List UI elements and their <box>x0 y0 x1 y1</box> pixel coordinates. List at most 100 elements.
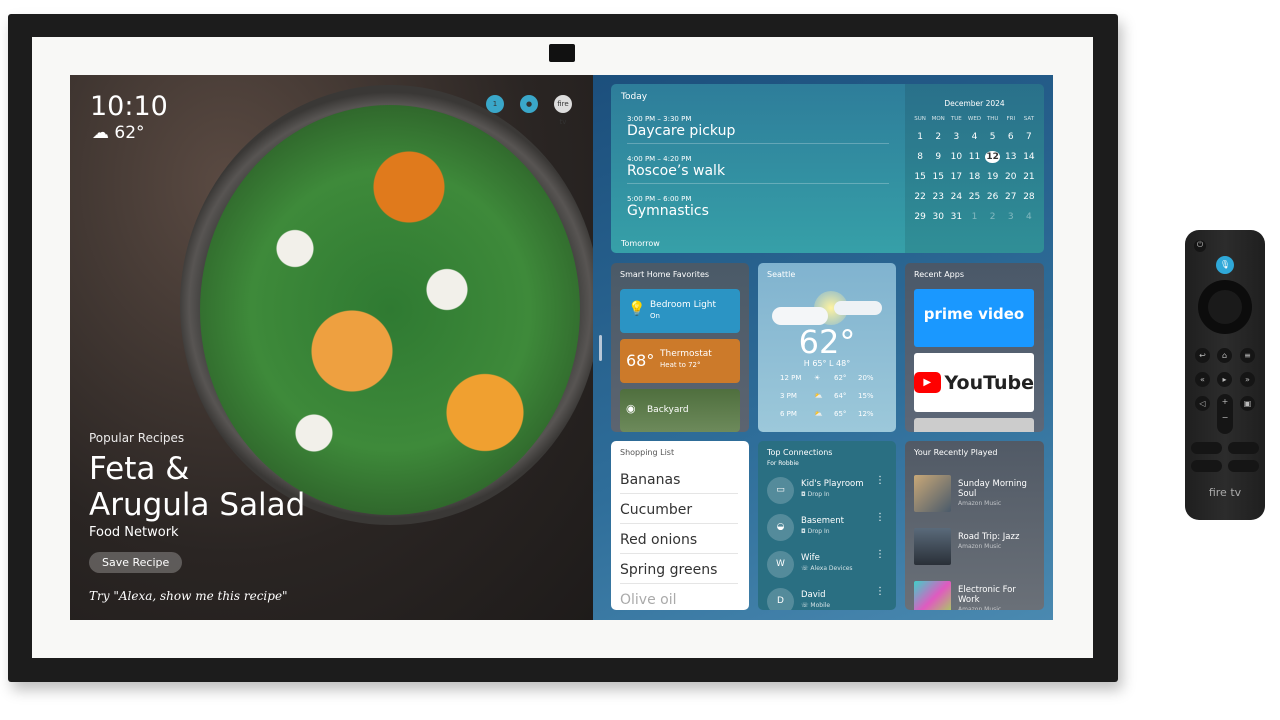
save-recipe-button[interactable]: Save Recipe <box>89 552 183 573</box>
more-options-icon[interactable]: ⋮ <box>875 549 885 560</box>
calendar-day[interactable]: 24 <box>947 192 965 202</box>
prime-video-app[interactable]: prime video <box>914 289 1034 347</box>
back-icon[interactable]: ↩ <box>1195 348 1210 363</box>
event-item[interactable]: 3:00 PM – 3:30 PM Daycare pickup <box>627 115 889 144</box>
calendar-day[interactable]: 25 <box>965 192 983 202</box>
weather-temp: 62° <box>798 323 856 361</box>
event-item[interactable]: 4:00 PM – 4:20 PM Roscoe’s walk <box>627 155 889 184</box>
connection-item[interactable]: D David ☏ Mobile ⋮ <box>767 586 889 610</box>
profile-icon[interactable]: ● <box>520 95 538 113</box>
day-number: 5 <box>989 132 996 142</box>
calendar-day[interactable]: 27 <box>1002 192 1020 202</box>
drag-handle[interactable] <box>599 335 602 361</box>
calendar-day[interactable]: 1 <box>965 212 983 222</box>
calendar-day[interactable]: 2 <box>984 212 1002 222</box>
calendar-day[interactable]: 14 <box>1020 152 1038 162</box>
music-item[interactable]: Road Trip: Jazz Amazon Music <box>914 528 1036 568</box>
calendar-day[interactable]: 3 <box>947 132 965 142</box>
calendar-day[interactable]: 29 <box>911 212 929 222</box>
calendar-day[interactable]: 15 <box>911 172 929 182</box>
forecast-temp: 64° <box>834 392 847 400</box>
recipe-photo[interactable]: 10:10 ☁ 62° 1 ● fire tv Popular Recipes … <box>70 75 600 620</box>
day-number: 18 <box>968 172 981 182</box>
calendar-day[interactable]: 18 <box>965 172 983 182</box>
backyard-camera-tile[interactable]: ◉ Backyard <box>620 389 740 432</box>
calendar-day[interactable]: 20 <box>1002 172 1020 182</box>
calendar-day[interactable]: 1 <box>911 132 929 142</box>
calendar-day[interactable]: 22 <box>911 192 929 202</box>
calendar-day[interactable]: 10 <box>947 152 965 162</box>
app-tile[interactable] <box>914 418 1034 432</box>
select-button[interactable] <box>1208 290 1242 324</box>
calendar-day[interactable]: 7 <box>1020 132 1038 142</box>
calendar-day[interactable]: 31 <box>947 212 965 222</box>
microphone-icon[interactable]: 🎙 <box>1216 256 1234 274</box>
power-icon[interactable]: ⏻ <box>1194 240 1206 252</box>
menu-icon[interactable]: ≡ <box>1240 348 1255 363</box>
calendar-day[interactable]: 9 <box>929 152 947 162</box>
calendar[interactable]: December 2024 SUN MON TUE WED THU FRI SAT 1 2 3 4 5… <box>905 84 1044 253</box>
home-icon[interactable]: ⌂ <box>1217 348 1232 363</box>
calendar-day[interactable]: 6 <box>1002 132 1020 142</box>
calendar-day[interactable]: 5 <box>984 132 1002 142</box>
volume-rocker[interactable]: + − <box>1217 394 1233 434</box>
mute-icon[interactable]: ◁ <box>1195 396 1210 411</box>
calendar-day[interactable]: 4 <box>965 132 983 142</box>
more-options-icon[interactable]: ⋮ <box>875 475 885 486</box>
shopping-item[interactable]: Bananas <box>620 472 738 494</box>
calendar-day[interactable]: 28 <box>1020 192 1038 202</box>
shopping-item[interactable]: Spring greens <box>620 562 738 584</box>
youtube-app[interactable]: ▶ YouTube <box>914 353 1034 412</box>
weather-card[interactable]: Seattle 62° H 65° L 48° 12 PM ☀ 62° 20% 3 PM… <box>758 263 896 432</box>
shopping-item[interactable]: Cucumber <box>620 502 738 524</box>
tv-guide-icon[interactable]: ▣ <box>1240 396 1255 411</box>
app-button[interactable] <box>1191 460 1222 472</box>
app-button[interactable] <box>1191 442 1222 454</box>
calendar-day[interactable]: 13 <box>1002 152 1020 162</box>
calendar-day[interactable]: 11 <box>965 152 983 162</box>
connection-item[interactable]: ▭ Kid's Playroom ◘ Drop In ⋮ <box>767 475 889 509</box>
shopping-list-card[interactable]: Shopping List Bananas Cucumber Red onions S… <box>611 441 749 610</box>
calendar-day[interactable]: 2 <box>929 132 947 142</box>
event-item[interactable]: 5:00 PM – 6:00 PM Gymnastics <box>627 195 889 223</box>
calendar-day[interactable]: 26 <box>984 192 1002 202</box>
calendar-day[interactable]: 19 <box>984 172 1002 182</box>
bedroom-light-tile[interactable]: 💡 Bedroom Light On <box>620 289 740 333</box>
card-title: Recent Apps <box>914 270 964 279</box>
calendar-day[interactable]: 21 <box>1020 172 1038 182</box>
more-options-icon[interactable]: ⋮ <box>875 586 885 597</box>
tomorrow-label: Tomorrow <box>621 239 660 248</box>
today-card[interactable]: Today 3:00 PM – 3:30 PM Daycare pickup 4:… <box>611 84 1044 253</box>
calendar-month: December 2024 <box>944 99 1005 108</box>
fast-forward-icon[interactable]: » <box>1240 372 1255 387</box>
calendar-day[interactable]: 15 <box>929 172 947 182</box>
firetv-icon[interactable]: fire tv <box>554 95 572 126</box>
calendar-day[interactable]: 17 <box>947 172 965 182</box>
shopping-item[interactable]: Red onions <box>620 532 738 554</box>
day-number: 4 <box>1026 212 1032 222</box>
calendar-day[interactable]: 3 <box>1002 212 1020 222</box>
notification-icon[interactable]: 1 <box>486 95 504 113</box>
calendar-day[interactable]: 12 <box>984 151 1002 163</box>
avatar: ◒ <box>767 514 794 541</box>
app-button[interactable] <box>1228 460 1259 472</box>
calendar-day[interactable]: 8 <box>911 152 929 162</box>
calendar-day[interactable]: 23 <box>929 192 947 202</box>
connection-item[interactable]: ◒ Basement ◘ Drop In ⋮ <box>767 512 889 546</box>
thermostat-tile[interactable]: 68° Thermostat Heat to 72° <box>620 339 740 383</box>
rewind-icon[interactable]: « <box>1195 372 1210 387</box>
top-connections-card: Top Connections For Robbie ▭ Kid's Playro… <box>758 441 896 610</box>
app-button[interactable] <box>1228 442 1259 454</box>
day-number: 12 <box>985 151 1000 163</box>
more-options-icon[interactable]: ⋮ <box>875 512 885 523</box>
day-number: 2 <box>989 212 996 222</box>
shopping-item[interactable]: Olive oil <box>620 592 738 610</box>
connection-item[interactable]: W Wife ☏ Alexa Devices ⋮ <box>767 549 889 583</box>
calendar-day[interactable]: 4 <box>1020 212 1038 222</box>
music-item[interactable]: Sunday Morning Soul Amazon Music <box>914 475 1036 515</box>
calendar-day[interactable]: 30 <box>929 212 947 222</box>
music-item[interactable]: Electronic For Work Amazon Music <box>914 581 1036 610</box>
forecast-time: 3 PM <box>780 392 797 400</box>
day-number: 8 <box>917 152 923 162</box>
play-pause-icon[interactable]: ▸ <box>1217 372 1232 387</box>
